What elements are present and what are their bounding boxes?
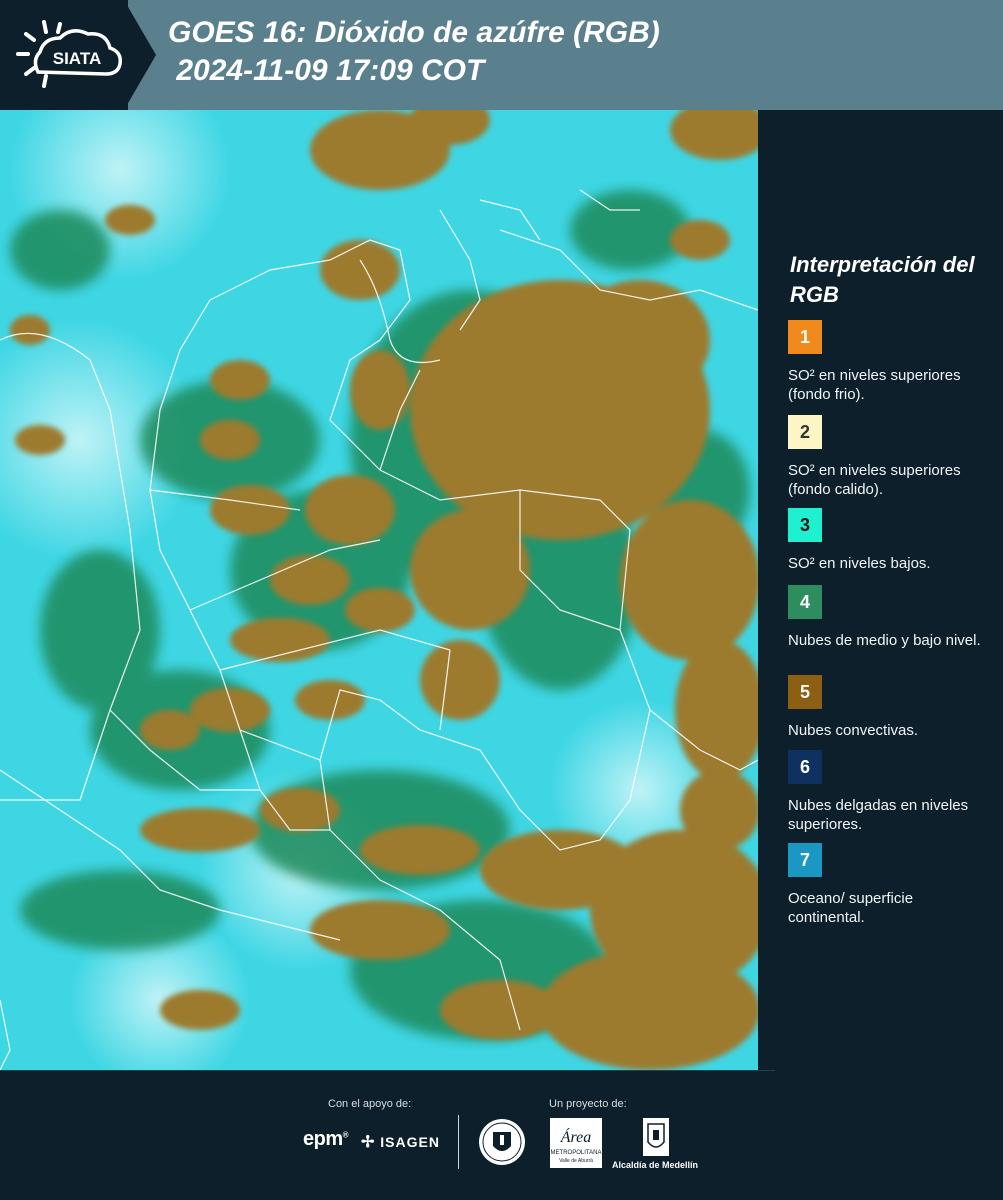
legend-label: Oceano/ superficie continental.	[788, 890, 914, 926]
legend-swatch: 5	[788, 675, 822, 709]
satellite-image	[0, 110, 758, 1070]
footer-top-divider	[0, 1070, 775, 1071]
legend-label: Nubes de medio y bajo nivel.	[788, 632, 981, 649]
title-line-2: 2024-11-09 17:09 COT	[168, 54, 485, 87]
alcaldia-text: Alcaldía de Medellín	[612, 1160, 699, 1170]
legend-label: SO² en niveles superiores (fondo frio).	[788, 367, 961, 403]
legend-title: Interpretación del RGB	[790, 252, 975, 307]
legend-swatch: 3	[788, 508, 822, 542]
legend-item-5: 5 Nubes convectivas.	[788, 675, 988, 740]
legend-swatch: 1	[788, 320, 822, 354]
legend-item-4: 4 Nubes de medio y bajo nivel.	[788, 585, 988, 650]
legend-panel: Interpretación del RGB 1 SO² en niveles s…	[758, 110, 1003, 1070]
footer: Con el apoyo de: Un proyecto de: epm® ✢ …	[0, 1070, 1003, 1200]
epm-logo: epm®	[303, 1128, 349, 1150]
medellin-seal-icon	[479, 1119, 525, 1165]
isagen-logo: ✢ ISAGEN	[361, 1132, 440, 1152]
header-bar: SIATA GOES 16: Dióxido de azúfre (RGB) 2…	[0, 0, 1003, 110]
legend-swatch: 7	[788, 843, 822, 877]
legend-swatch: 6	[788, 750, 822, 784]
legend-item-1: 1 SO² en niveles superiores (fondo frio).	[788, 320, 988, 404]
area-logo-valle: Valle de Aburrá	[559, 1158, 593, 1164]
area-logo-text: Área	[560, 1127, 592, 1146]
legend-swatch: 4	[788, 585, 822, 619]
legend-item-7: 7 Oceano/ superficie continental.	[788, 843, 988, 927]
isagen-icon: ✢	[361, 1134, 376, 1151]
alcaldia-shield-icon	[643, 1118, 669, 1156]
area-logo-subtext: METROPOLITANA	[551, 1150, 602, 1156]
legend-swatch: 2	[788, 415, 822, 449]
legend-label: Nubes delgadas en niveles superiores.	[788, 797, 969, 833]
page-title: GOES 16: Dióxido de azúfre (RGB) 2024-11…	[168, 14, 660, 90]
epm-logo-text: epm	[303, 1128, 343, 1150]
area-metropolitana-logo: Área METROPOLITANA Valle de Aburrá	[550, 1118, 602, 1168]
legend-label: Nubes convectivas.	[788, 722, 919, 739]
logo-block: SIATA	[0, 0, 128, 110]
legend-label: SO² en niveles superiores (fondo calido)…	[788, 462, 961, 498]
legend-label: SO² en niveles bajos.	[788, 555, 931, 572]
legend-item-6: 6 Nubes delgadas en niveles superiores.	[788, 750, 988, 834]
legend-item-3: 3 SO² en niveles bajos.	[788, 508, 988, 573]
legend-item-2: 2 SO² en niveles superiores (fondo calido…	[788, 415, 988, 499]
siata-logo: SIATA	[16, 20, 123, 88]
support-label: Con el apoyo de:	[328, 1098, 412, 1110]
logo-text: SIATA	[53, 49, 101, 68]
satellite-map	[0, 110, 758, 1070]
footer-vertical-divider	[458, 1115, 459, 1169]
header-chevron	[124, 0, 156, 110]
project-label: Un proyecto de:	[549, 1098, 627, 1110]
title-line-1: GOES 16: Dióxido de azúfre (RGB)	[168, 16, 660, 49]
isagen-logo-text: ISAGEN	[380, 1134, 440, 1150]
